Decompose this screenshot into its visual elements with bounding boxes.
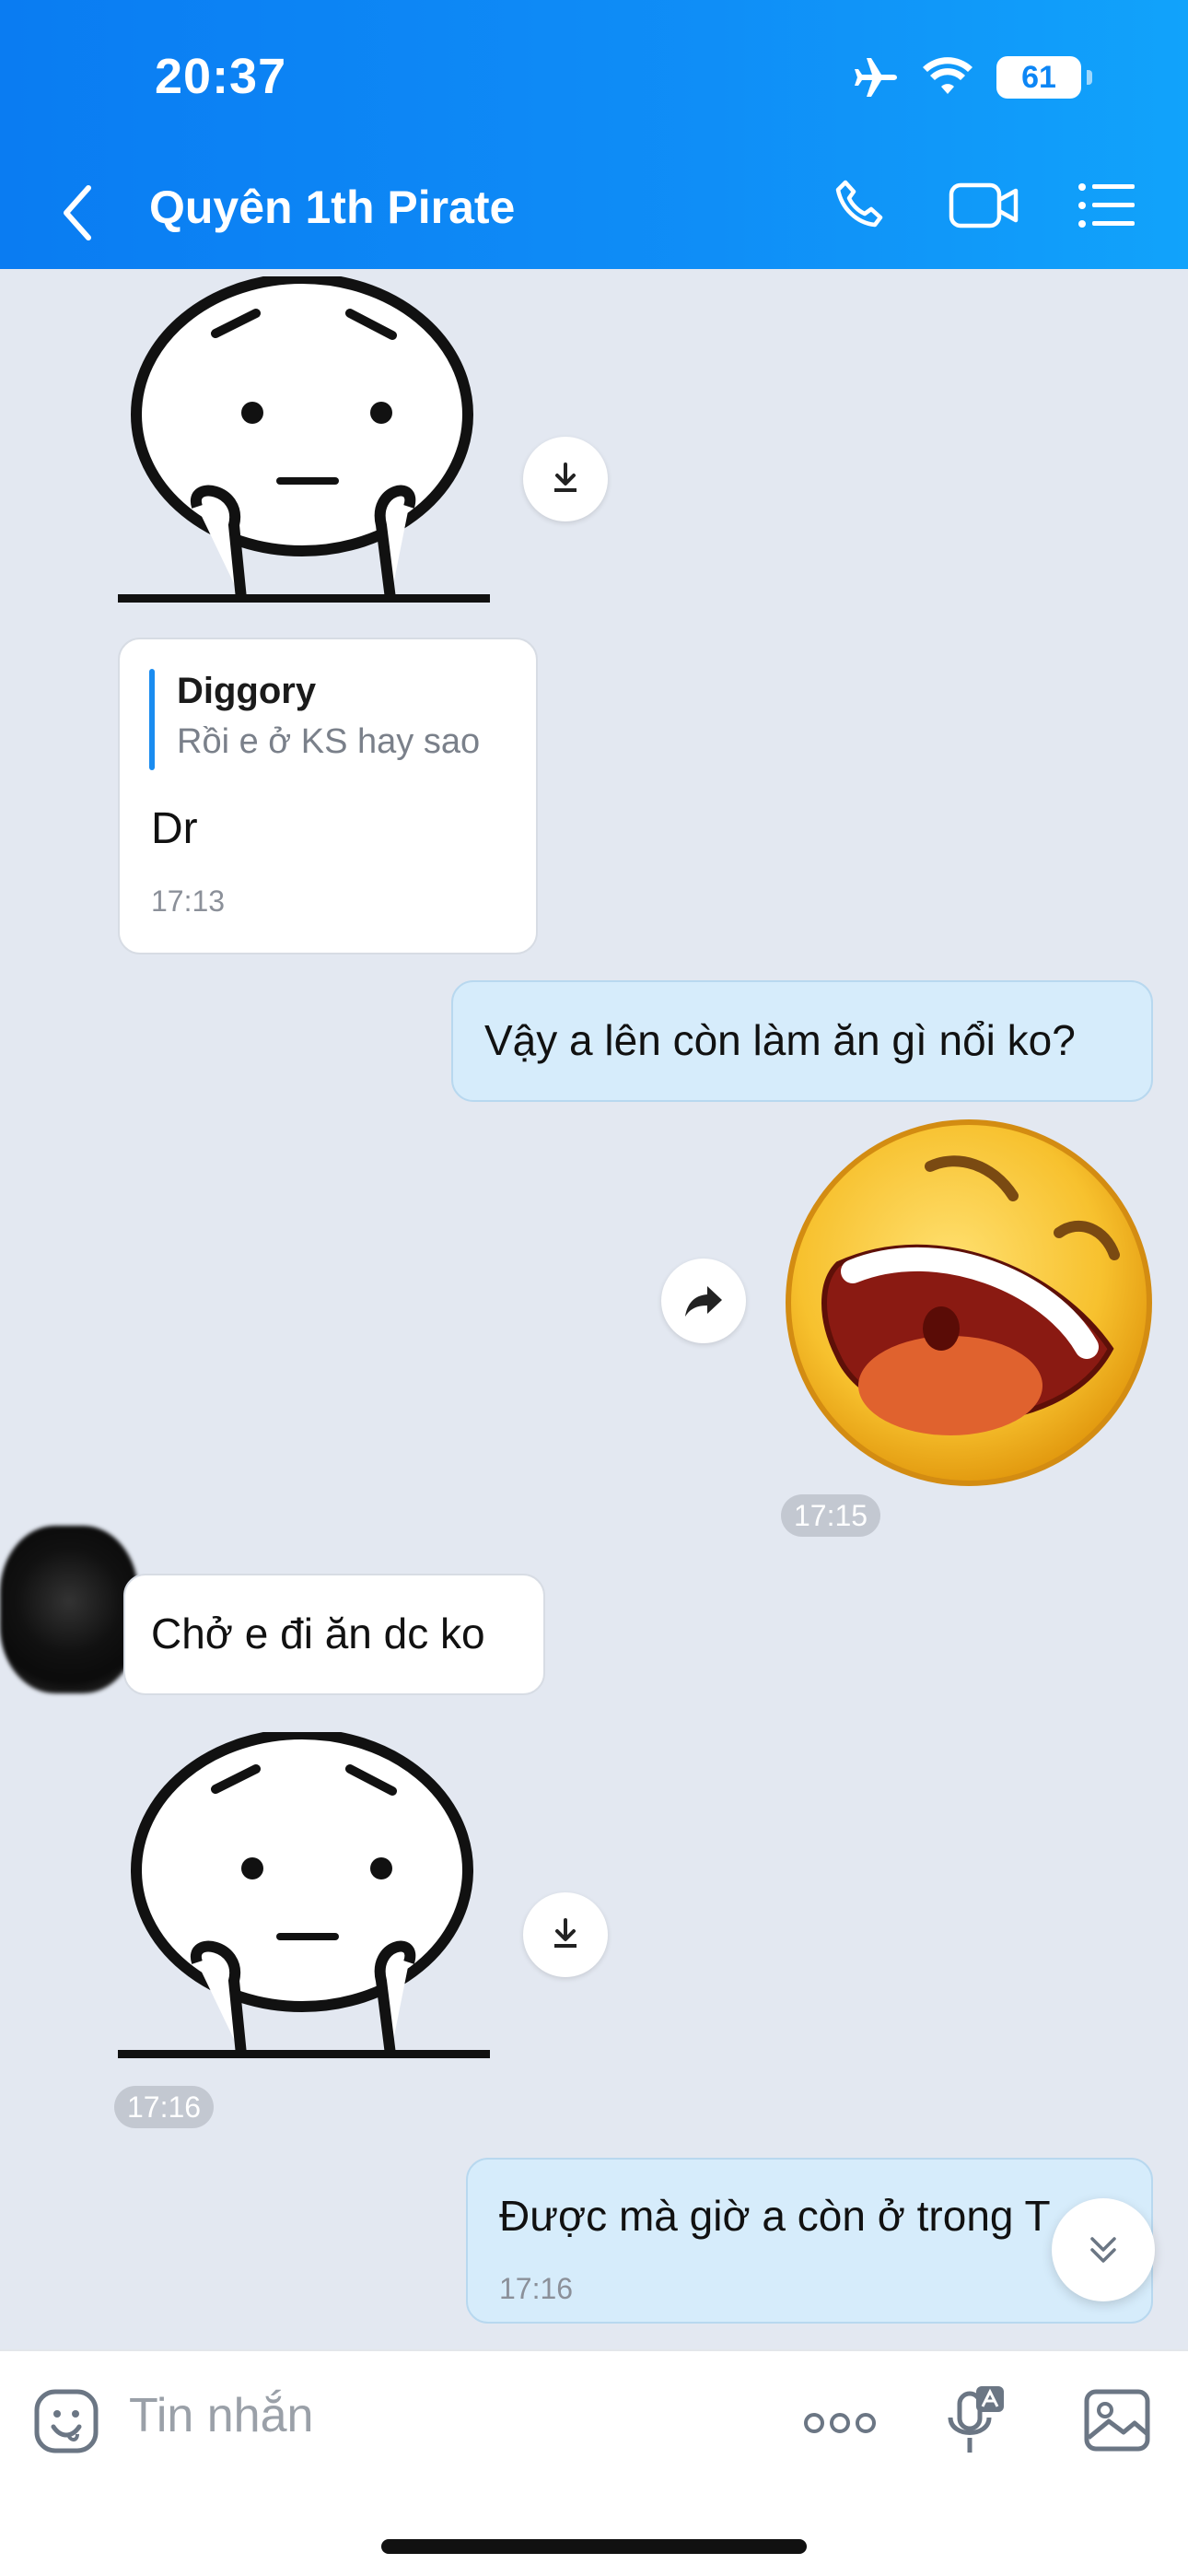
header-actions bbox=[833, 177, 1136, 234]
video-icon[interactable] bbox=[949, 180, 1019, 231]
download-icon bbox=[554, 463, 577, 492]
laughing-emoji-sticker[interactable] bbox=[783, 1117, 1155, 1489]
wifi-icon bbox=[923, 57, 973, 94]
message-text: Vậy a lên còn làm ăn gì nổi ko? bbox=[484, 1016, 1076, 1064]
worried-face-sticker[interactable] bbox=[114, 1732, 494, 2058]
download-sticker-button[interactable] bbox=[523, 1892, 608, 1977]
worried-face-sticker[interactable] bbox=[114, 276, 494, 603]
scroll-down-button[interactable] bbox=[1052, 2198, 1155, 2301]
message-time: 17:13 bbox=[151, 884, 226, 918]
home-indicator bbox=[381, 2539, 807, 2554]
airplane-icon bbox=[855, 58, 897, 97]
incoming-message[interactable]: Chở e đi ăn dc ko bbox=[123, 1574, 545, 1695]
reply-text: Dr bbox=[151, 804, 198, 853]
outgoing-message[interactable]: Vậy a lên còn làm ăn gì nổi ko? bbox=[451, 980, 1153, 1102]
voice-icon[interactable] bbox=[943, 2386, 1006, 2460]
time-label: 17:15 bbox=[781, 1494, 881, 1537]
phone-icon[interactable] bbox=[833, 177, 890, 234]
more-icon[interactable] bbox=[803, 2412, 877, 2434]
back-icon[interactable] bbox=[55, 181, 101, 245]
download-icon bbox=[554, 1918, 577, 1948]
download-sticker-button[interactable] bbox=[523, 437, 608, 521]
image-icon[interactable] bbox=[1083, 2388, 1151, 2453]
chat-area[interactable]: Diggory Rồi e ở KS hay sao Dr 17:13 Vậy … bbox=[0, 269, 1188, 2349]
message-text: Được mà giờ a còn ở trong T bbox=[499, 2192, 1051, 2240]
chat-title[interactable]: Quyên 1th Pirate bbox=[149, 181, 515, 234]
scroll-down-icon bbox=[1090, 2237, 1116, 2263]
quote-text: Rồi e ở KS hay sao bbox=[177, 722, 481, 761]
list-icon[interactable] bbox=[1077, 181, 1136, 229]
avatar[interactable] bbox=[0, 1526, 138, 1693]
quoted-reply-bubble[interactable]: Diggory Rồi e ở KS hay sao Dr 17:13 bbox=[118, 638, 538, 954]
outgoing-message[interactable]: Được mà giờ a còn ở trong T 17:16 bbox=[466, 2158, 1153, 2324]
forward-button[interactable] bbox=[661, 1259, 746, 1343]
quote-sender: Diggory bbox=[177, 671, 317, 711]
quote-bar bbox=[149, 669, 155, 770]
top-bar: 20:37 61 Quyên 1th Pirate bbox=[0, 0, 1188, 269]
emoji-icon[interactable] bbox=[33, 2388, 99, 2454]
message-time: 17:16 bbox=[499, 2272, 574, 2305]
status-icons: 61 bbox=[851, 55, 1092, 100]
time-label: 17:16 bbox=[114, 2086, 215, 2128]
battery-indicator: 61 bbox=[996, 56, 1092, 99]
status-time: 20:37 bbox=[155, 49, 287, 104]
forward-icon bbox=[685, 1286, 722, 1317]
message-text: Chở e đi ăn dc ko bbox=[151, 1610, 485, 1657]
message-input[interactable]: Tin nhắn bbox=[129, 2388, 313, 2443]
